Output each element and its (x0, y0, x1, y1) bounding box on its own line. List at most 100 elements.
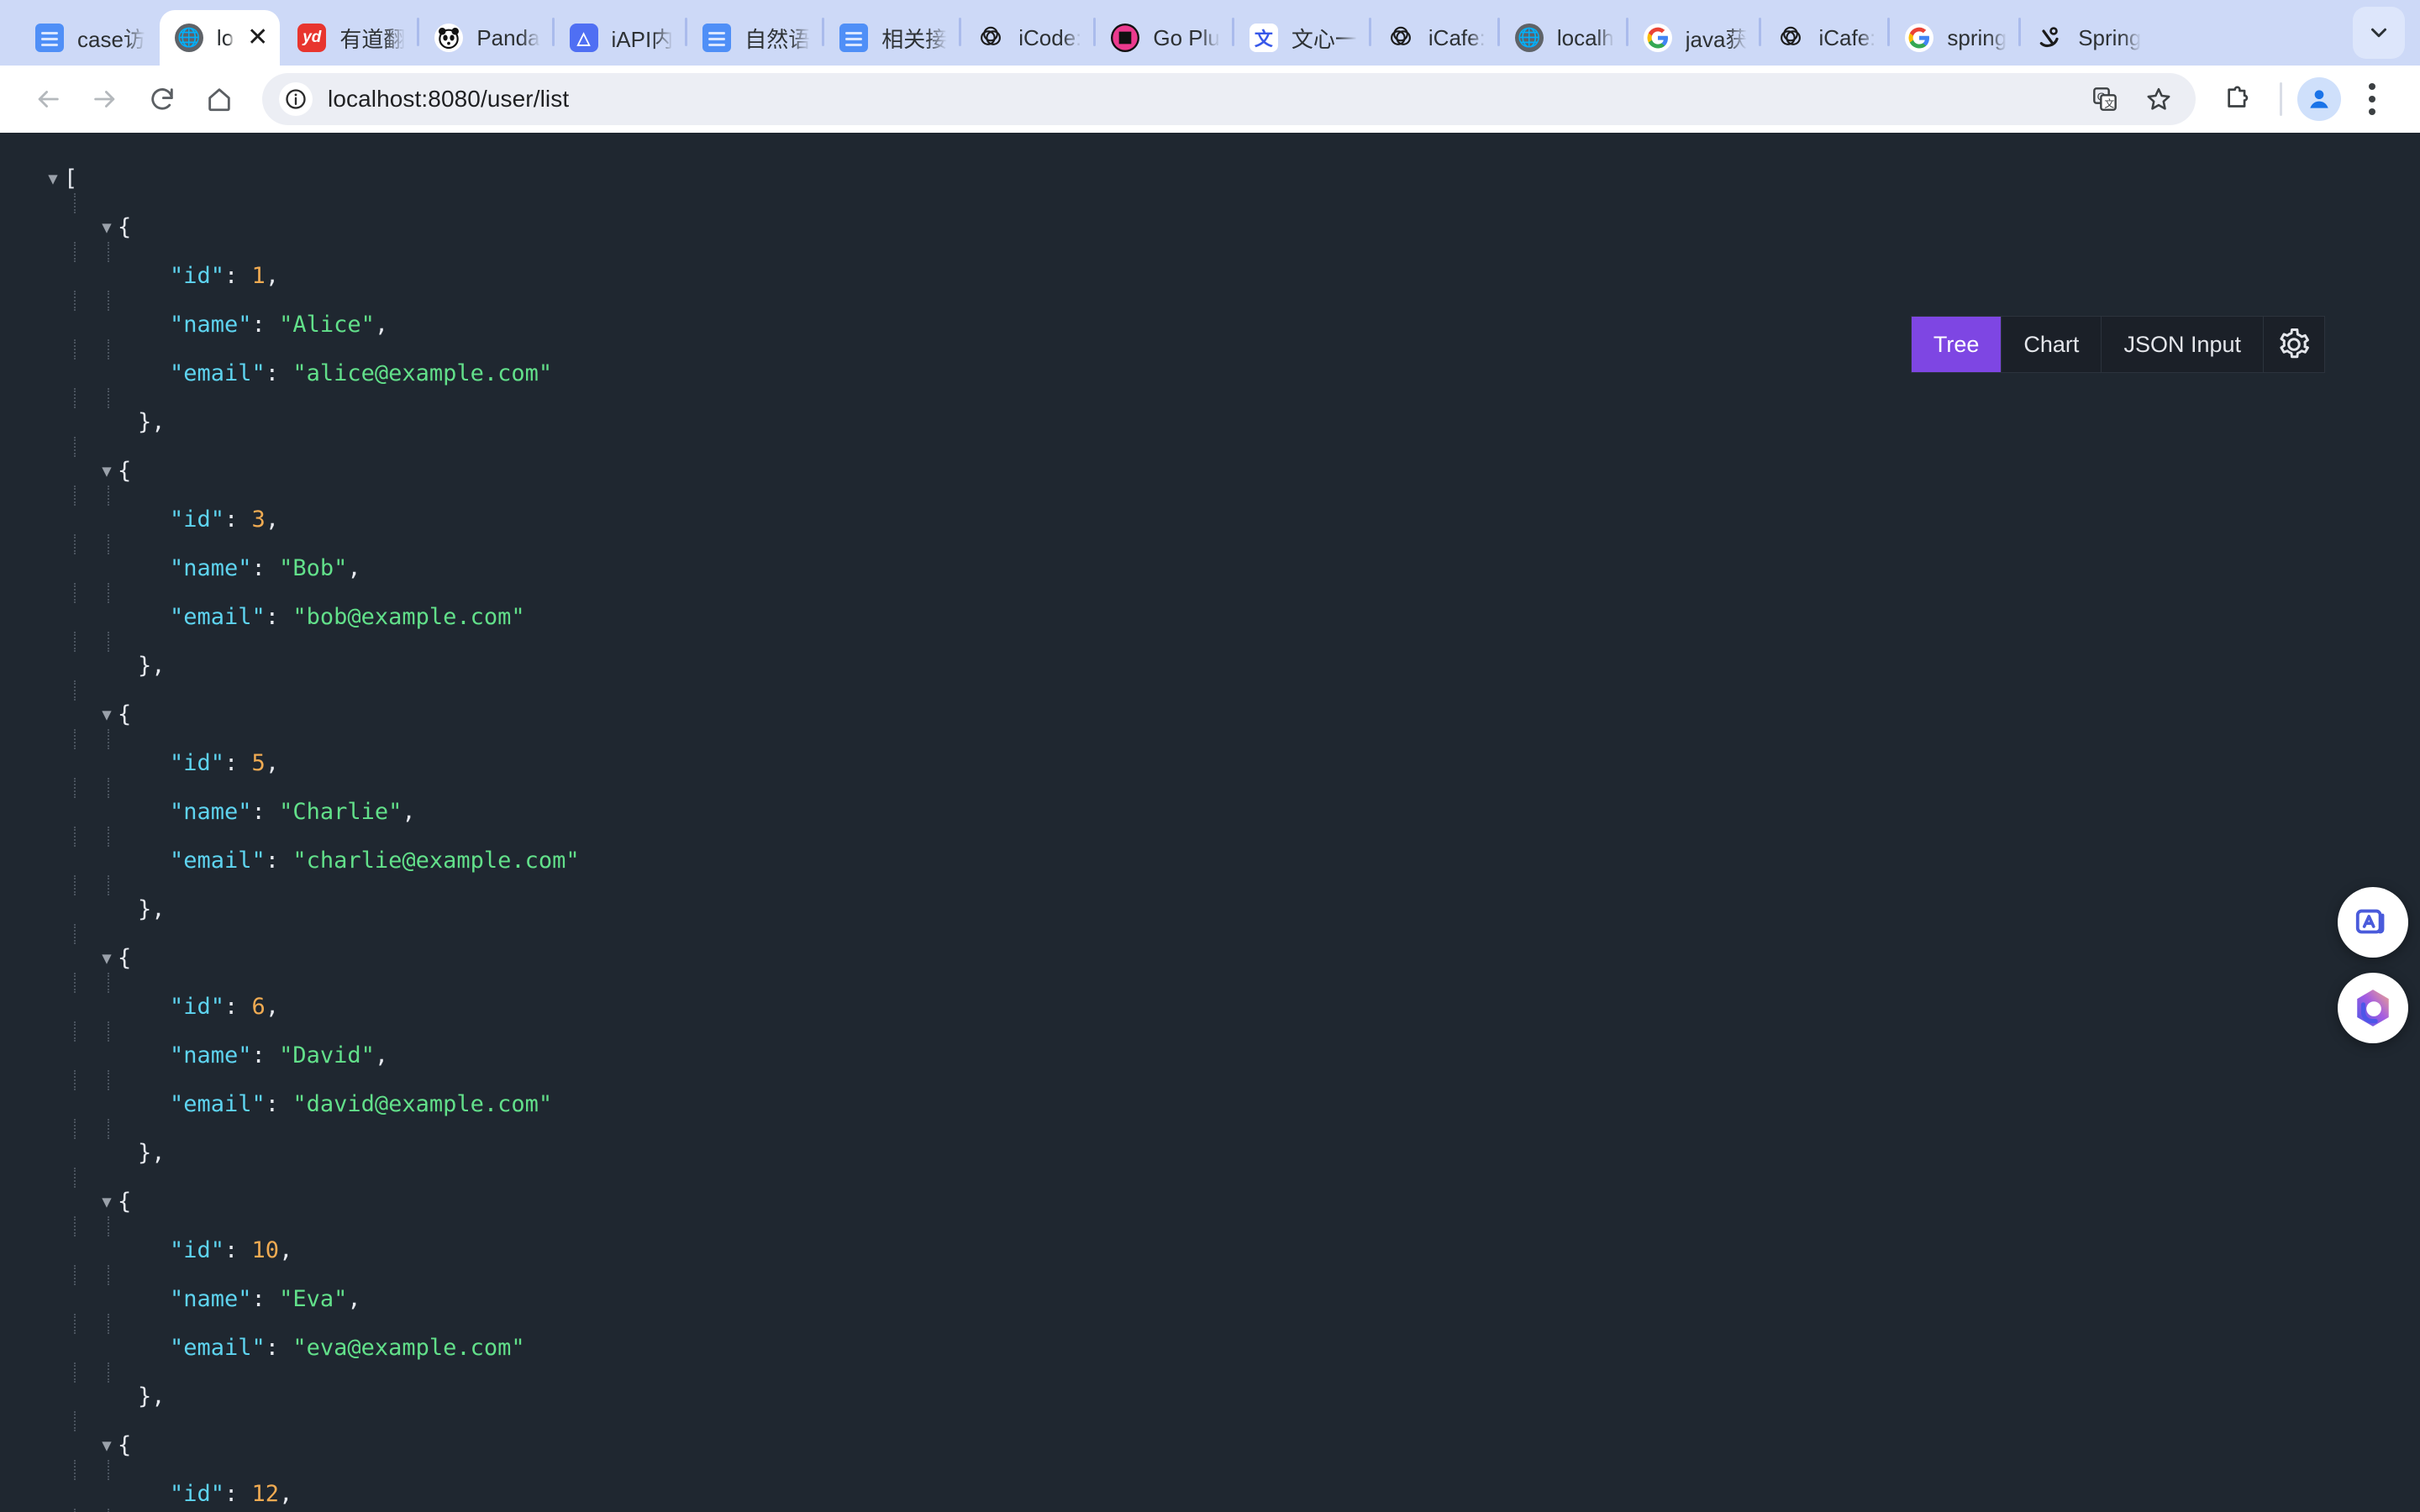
object-close-brace: }, (138, 1383, 166, 1410)
colon: : (251, 1042, 280, 1068)
indent-spacer: ▼ (42, 301, 64, 349)
tab-search-button[interactable] (2353, 7, 2405, 59)
reload-button[interactable] (136, 73, 188, 125)
browser-tab[interactable]: java获 (1628, 10, 1760, 66)
kebab-icon (2369, 83, 2375, 115)
tab-strip: case访 🌐 lo ✕ yd 有道翻 Panda △ iAPI内 自然语 相关接 iCode: Go … (0, 0, 2420, 66)
json-property-line: ▼ "id": 3, (42, 486, 2420, 544)
property-key: "id" (170, 1237, 225, 1263)
collapse-caret-icon[interactable]: ▼ (96, 934, 118, 983)
property-value: "Eva" (279, 1286, 348, 1312)
url-text[interactable]: localhost:8080/user/list (328, 86, 2070, 113)
collapse-caret-icon[interactable]: ▼ (96, 690, 118, 739)
colon: : (224, 750, 252, 776)
colon: : (251, 1286, 280, 1312)
translate-a-icon (2355, 909, 2385, 934)
browser-tab[interactable]: 🌐 localh (1500, 10, 1626, 66)
settings-button[interactable] (2263, 316, 2325, 373)
indent-spacer: ▼ (42, 349, 64, 398)
json-property-line: ▼ "email": "david@example.com" (42, 1070, 2420, 1129)
object-open-brace: { (118, 701, 132, 727)
comma: , (265, 263, 280, 289)
property-key: "name" (170, 312, 252, 338)
property-key: "id" (170, 750, 225, 776)
browser-tab[interactable]: △ iAPI内 (555, 10, 686, 66)
json-property-line: ▼ "name": "Bob", (42, 534, 2420, 593)
colon: : (251, 312, 280, 338)
tab-title: Panda (476, 24, 540, 50)
colon: : (251, 799, 280, 825)
forward-button[interactable] (79, 73, 131, 125)
address-bar[interactable]: localhost:8080/user/list G 文 (262, 73, 2196, 125)
browser-tab[interactable]: 相关接 (824, 10, 959, 66)
profile-avatar[interactable] (2297, 77, 2341, 121)
browser-tab[interactable]: 🌐 lo ✕ (159, 10, 281, 66)
indent-spacer: ▼ (42, 642, 64, 690)
goplus-icon (1111, 24, 1140, 52)
svg-text:文: 文 (2104, 97, 2114, 109)
site-info-icon[interactable] (279, 82, 313, 116)
tab-chart[interactable]: Chart (2001, 316, 2102, 373)
collapse-caret-icon[interactable]: ▼ (96, 1178, 118, 1226)
indent-spacer: ▼ (42, 1226, 64, 1275)
google-icon (1905, 24, 1934, 52)
translate-fab-button[interactable] (2338, 887, 2408, 958)
hexagon-logo-icon (2357, 990, 2389, 1026)
browser-tab[interactable]: iCafe: (1761, 10, 1887, 66)
indent-spacer: ▼ (42, 983, 64, 1032)
colon: : (251, 555, 280, 581)
colon: : (265, 360, 293, 386)
home-button[interactable] (193, 73, 245, 125)
collapse-caret-icon[interactable]: ▼ (42, 155, 64, 203)
json-property-line: ▼ "name": "David", (42, 1021, 2420, 1080)
property-key: "id" (170, 994, 225, 1020)
browser-tab[interactable]: spring (1890, 10, 2018, 66)
collapse-caret-icon[interactable]: ▼ (96, 1421, 118, 1470)
browser-tab[interactable]: Spring (2021, 10, 2153, 66)
browser-tab[interactable]: iCafe: (1371, 10, 1497, 66)
close-icon[interactable]: ✕ (247, 25, 268, 50)
json-property-line: ▼ "email": "eva@example.com" (42, 1314, 2420, 1373)
tab-title: 文心一 (1291, 26, 1357, 52)
star-icon (2147, 87, 2170, 110)
indent-spacer: ▼ (42, 1032, 64, 1080)
back-button[interactable] (22, 73, 74, 125)
globe-icon: 🌐 (174, 24, 203, 52)
person-icon (2310, 90, 2328, 108)
property-key: "id" (170, 507, 225, 533)
browser-tab[interactable]: yd 有道翻 (282, 10, 417, 66)
arrow-left-icon (38, 91, 59, 108)
browser-tab[interactable]: iCode: (961, 10, 1093, 66)
tab-json-input[interactable]: JSON Input (2101, 316, 2263, 373)
browser-tab[interactable]: Go Plu (1096, 10, 1232, 66)
comma: , (402, 799, 416, 825)
bookmark-button[interactable] (2139, 79, 2179, 119)
property-value: 12 (251, 1481, 280, 1507)
browser-tab[interactable]: 自然语 (687, 10, 822, 66)
indent-spacer: ▼ (42, 1421, 64, 1470)
tab-title: case访 (77, 26, 145, 52)
json-viewer-page: Tree Chart JSON Input ▼[▼▼{▼"id": 1,▼"na… (0, 133, 2420, 1512)
property-value: 10 (251, 1237, 280, 1263)
collapse-caret-icon[interactable]: ▼ (96, 447, 118, 496)
indent-spacer: ▼ (42, 1373, 64, 1421)
comma: , (374, 1042, 389, 1068)
tab-tree[interactable]: Tree (1910, 316, 2002, 373)
colon: : (224, 263, 252, 289)
browser-tab[interactable]: 文文心一 (1234, 10, 1369, 66)
gear-icon (2280, 328, 2309, 359)
browser-tab[interactable]: Panda (419, 10, 551, 66)
translate-page-button[interactable]: G 文 (2085, 79, 2125, 119)
assistant-fab-button[interactable] (2338, 973, 2408, 1043)
collapse-caret-icon[interactable]: ▼ (96, 203, 118, 252)
comma: , (279, 1237, 293, 1263)
object-open-brace: { (118, 1432, 132, 1458)
home-icon (208, 88, 230, 112)
puzzle-icon (2228, 86, 2249, 108)
icode-icon (1386, 24, 1415, 52)
browser-menu-button[interactable] (2346, 73, 2398, 125)
json-object-open-line: ▼▼{ (42, 437, 2420, 496)
extensions-button[interactable] (2212, 73, 2265, 125)
browser-tab[interactable]: case访 (20, 10, 157, 66)
tab-title: localh (1556, 24, 1614, 50)
